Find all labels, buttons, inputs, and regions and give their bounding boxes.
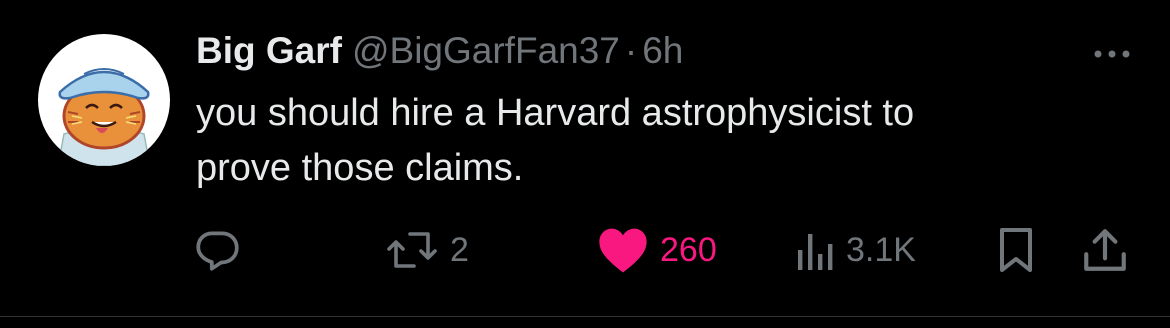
more-options-button[interactable] bbox=[1082, 36, 1142, 72]
tweet-card[interactable]: Big Garf @BigGarfFan37 · 6h you should h… bbox=[0, 0, 1170, 328]
user-handle[interactable]: @BigGarfFan37 bbox=[352, 30, 620, 72]
share-button[interactable] bbox=[1080, 222, 1130, 278]
heart-filled-icon bbox=[596, 225, 650, 275]
timestamp[interactable]: 6h bbox=[642, 30, 683, 72]
share-icon bbox=[1080, 225, 1130, 275]
action-bar: 2 260 3.1K bbox=[0, 222, 1170, 282]
avatar[interactable] bbox=[38, 34, 170, 166]
bookmark-icon bbox=[996, 225, 1036, 275]
views-bar-chart-icon bbox=[796, 225, 836, 275]
views-count: 3.1K bbox=[846, 230, 916, 269]
reply-button[interactable] bbox=[192, 222, 242, 278]
tweet-text: you should hire a Harvard astrophysicist… bbox=[196, 92, 915, 189]
retweet-icon bbox=[384, 225, 440, 275]
garfield-avatar-icon bbox=[57, 68, 151, 166]
separator-dot: · bbox=[624, 30, 638, 71]
tweet-header: Big Garf @BigGarfFan37 · 6h bbox=[196, 30, 683, 80]
divider bbox=[0, 316, 1170, 317]
reply-icon bbox=[192, 225, 242, 275]
retweet-count: 2 bbox=[450, 230, 469, 269]
display-name[interactable]: Big Garf bbox=[196, 30, 342, 72]
ellipsis-icon bbox=[1094, 50, 1130, 58]
views-button[interactable]: 3.1K bbox=[796, 222, 916, 278]
like-count: 260 bbox=[660, 230, 717, 269]
bookmark-button[interactable] bbox=[996, 222, 1036, 278]
like-button[interactable]: 260 bbox=[596, 222, 717, 278]
retweet-button[interactable]: 2 bbox=[384, 222, 469, 278]
